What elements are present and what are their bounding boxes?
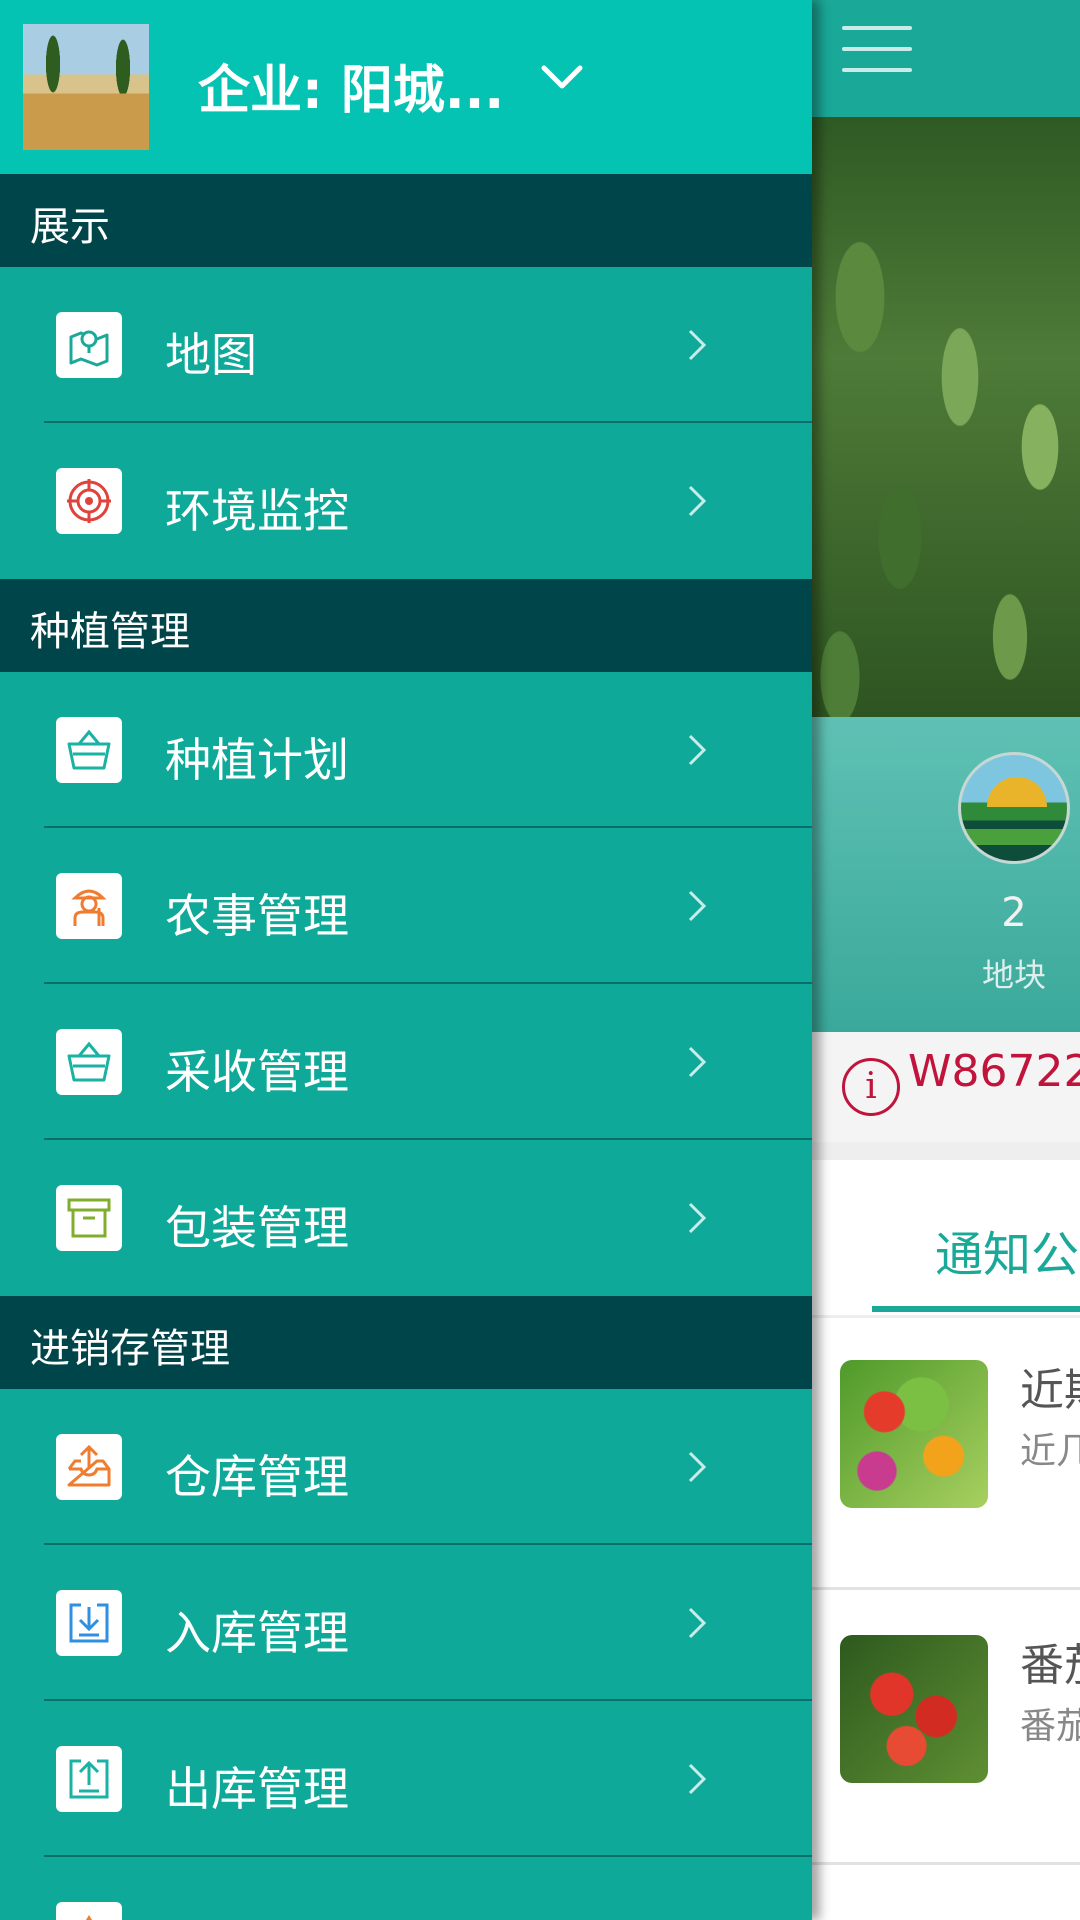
basket-icon: [56, 1029, 122, 1095]
menu-item-warehouse[interactable]: 仓库管理: [0, 1389, 812, 1545]
tab-notice[interactable]: 通知公: [935, 1215, 1079, 1285]
news-thumbnail: [840, 1360, 988, 1508]
chevron-right-icon: [688, 1451, 707, 1483]
menu-item-farming[interactable]: 农事管理: [0, 828, 812, 984]
menu-item-inbound[interactable]: 入库管理: [0, 1545, 812, 1701]
menu-item-label: 采收管理: [165, 1045, 349, 1099]
menu-item-packaging[interactable]: 包装管理: [0, 1140, 812, 1296]
target-monitor-icon: [56, 468, 122, 534]
farmer-icon: [56, 873, 122, 939]
menu-item-label: 环境监控: [165, 484, 349, 538]
chevron-right-icon: [688, 1046, 707, 1078]
news-title: 番茄: [1020, 1640, 1080, 1691]
outbound-icon: [56, 1746, 122, 1812]
news-subtitle: 番茄: [1020, 1706, 1080, 1747]
chevron-right-icon: [688, 890, 707, 922]
menu-item-outbound[interactable]: 出库管理: [0, 1701, 812, 1857]
drawer-header[interactable]: 企业: 阳城...: [0, 0, 812, 174]
package-box-icon: [56, 1185, 122, 1251]
inventory-icon: [56, 1902, 122, 1920]
chevron-right-icon: [688, 1202, 707, 1234]
section-header-display: 展示: [0, 174, 812, 267]
warehouse-tray-icon: [56, 1434, 122, 1500]
chevron-right-icon: [688, 1763, 707, 1795]
tab-active-indicator: [872, 1306, 1080, 1312]
basket-icon: [56, 717, 122, 783]
menu-item-label: 仓库管理: [165, 1450, 349, 1504]
menu-item-label: 地图: [165, 328, 257, 382]
enterprise-name[interactable]: 企业: 阳城...: [198, 48, 504, 123]
section-header-planting: 种植管理: [0, 579, 812, 672]
chevron-down-icon[interactable]: [540, 64, 584, 92]
chevron-right-icon: [688, 734, 707, 766]
menu-item-label: 包装管理: [165, 1201, 349, 1255]
news-thumbnail: [840, 1635, 988, 1783]
menu-item-label: 出库管理: [165, 1762, 349, 1816]
section-title: 种植管理: [30, 609, 190, 655]
menu-item-label: 入库管理: [165, 1606, 349, 1660]
map-pin-icon: [56, 312, 122, 378]
alert-text: W86722: [908, 1046, 1080, 1097]
menu-item-planting-plan[interactable]: 种植计划: [0, 672, 812, 828]
inbound-icon: [56, 1590, 122, 1656]
menu-item-environment-monitor[interactable]: 环境监控: [0, 423, 812, 579]
menu-item-product-inventory[interactable]: 产品库存: [0, 1857, 812, 1920]
section-header-inventory: 进销存管理: [0, 1296, 812, 1389]
info-icon: i: [842, 1058, 900, 1116]
news-subtitle: 近几: [1020, 1431, 1080, 1472]
section-title: 展示: [30, 204, 110, 250]
navigation-drawer: 企业: 阳城... 展示 地图 环境监控 种植管理 种植计划 农事管理 采收管理…: [0, 0, 812, 1920]
plot-count: 2: [1001, 890, 1027, 936]
chevron-right-icon: [688, 329, 707, 361]
menu-item-harvest[interactable]: 采收管理: [0, 984, 812, 1140]
hamburger-menu-icon[interactable]: [842, 26, 912, 76]
menu-item-label: 农事管理: [165, 889, 349, 943]
news-title: 近期: [1020, 1365, 1080, 1416]
enterprise-logo: [23, 24, 149, 150]
menu-item-label: 种植计划: [165, 733, 349, 787]
chevron-right-icon: [688, 485, 707, 517]
plot-avatar[interactable]: [958, 752, 1070, 864]
chevron-right-icon: [688, 1607, 707, 1639]
menu-item-label: 产品库存: [165, 1909, 349, 1920]
menu-item-map[interactable]: 地图: [0, 267, 812, 423]
plot-label: 地块: [981, 956, 1046, 994]
section-title: 进销存管理: [30, 1326, 230, 1372]
